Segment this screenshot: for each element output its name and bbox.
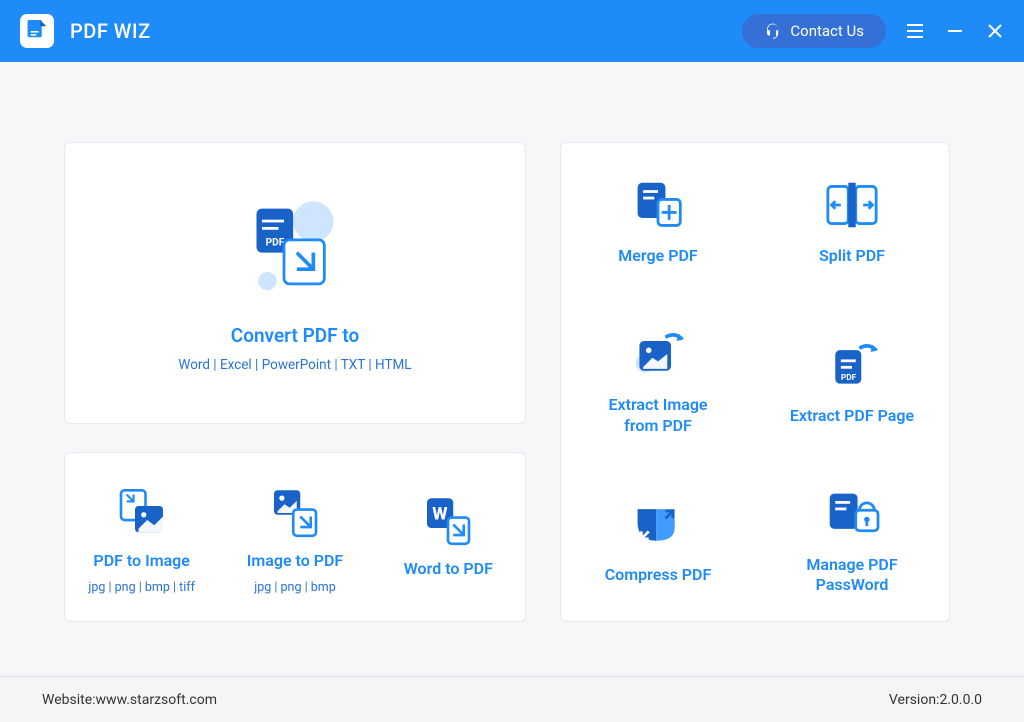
svg-text:PDF: PDF xyxy=(266,237,285,248)
tile-title: Image to PDF xyxy=(247,551,343,570)
svg-text:W: W xyxy=(433,504,448,524)
minimize-button[interactable] xyxy=(946,22,964,40)
hamburger-icon xyxy=(907,24,923,38)
tile-title: Extract PDF Page xyxy=(790,406,914,427)
convert-title: Convert PDF to xyxy=(231,324,359,347)
split-pdf-icon xyxy=(822,178,882,232)
tile-title: Compress PDF xyxy=(605,565,712,586)
extract-pdf-page-tile[interactable]: PDF Extract PDF Page xyxy=(755,302,949,461)
word-to-pdf-icon: W xyxy=(420,493,476,549)
row-cards: PDF to Image jpg | png | bmp | tiff Imag… xyxy=(64,452,526,622)
tools-grid: Merge PDF Split PDF xyxy=(560,142,950,622)
compress-pdf-tile[interactable]: Compress PDF xyxy=(561,462,755,621)
minimize-icon xyxy=(948,24,962,38)
main-content: PDF Convert PDF to Word | Excel | PowerP… xyxy=(0,62,1024,662)
convert-subtitle: Word | Excel | PowerPoint | TXT | HTML xyxy=(178,357,411,373)
close-icon xyxy=(988,24,1002,38)
tile-title: PDF to Image xyxy=(93,551,189,570)
manage-pdf-password-icon xyxy=(822,487,882,541)
extract-image-icon xyxy=(628,327,688,381)
footer: Website: www.starzsoft.com Version: 2.0.… xyxy=(0,676,1024,722)
merge-pdf-icon xyxy=(628,178,688,232)
extract-image-tile[interactable]: Extract Image from PDF xyxy=(561,302,755,461)
version-label: Version: xyxy=(889,692,940,708)
title-bar: PDF WIZ Contact Us xyxy=(0,0,1024,62)
tile-title: Split PDF xyxy=(819,246,885,267)
tile-title: Manage PDF PassWord xyxy=(806,555,897,597)
menu-button[interactable] xyxy=(906,22,924,40)
word-to-pdf-tile[interactable]: W Word to PDF xyxy=(372,453,525,621)
pdf-to-image-tile[interactable]: PDF to Image jpg | png | bmp | tiff xyxy=(65,453,218,621)
image-to-pdf-icon xyxy=(267,485,323,541)
svg-text:PDF: PDF xyxy=(841,372,857,382)
close-button[interactable] xyxy=(986,22,1004,40)
tile-subtitle: jpg | png | bmp xyxy=(254,580,335,595)
contact-us-button[interactable]: Contact Us xyxy=(742,14,886,48)
version-value: 2.0.0.0 xyxy=(939,692,982,708)
tile-title: Word to PDF xyxy=(404,559,493,578)
tile-subtitle: jpg | png | bmp | tiff xyxy=(88,580,195,595)
manage-pdf-password-tile[interactable]: Manage PDF PassWord xyxy=(755,462,949,621)
merge-pdf-tile[interactable]: Merge PDF xyxy=(561,143,755,302)
window-controls xyxy=(906,22,1004,40)
extract-pdf-page-icon: PDF xyxy=(822,338,882,392)
app-logo xyxy=(20,14,54,48)
image-to-pdf-tile[interactable]: Image to PDF jpg | png | bmp xyxy=(218,453,371,621)
tile-title: Merge PDF xyxy=(618,246,697,267)
website-label: Website: xyxy=(42,692,96,708)
convert-pdf-icon: PDF xyxy=(240,194,350,304)
website-link[interactable]: www.starzsoft.com xyxy=(96,692,217,708)
headset-icon xyxy=(764,22,782,40)
pdf-to-image-icon xyxy=(114,485,170,541)
tile-title: Extract Image from PDF xyxy=(608,395,707,437)
convert-pdf-to-card[interactable]: PDF Convert PDF to Word | Excel | PowerP… xyxy=(64,142,526,424)
split-pdf-tile[interactable]: Split PDF xyxy=(755,143,949,302)
compress-pdf-icon xyxy=(628,497,688,551)
app-title: PDF WIZ xyxy=(70,19,151,43)
